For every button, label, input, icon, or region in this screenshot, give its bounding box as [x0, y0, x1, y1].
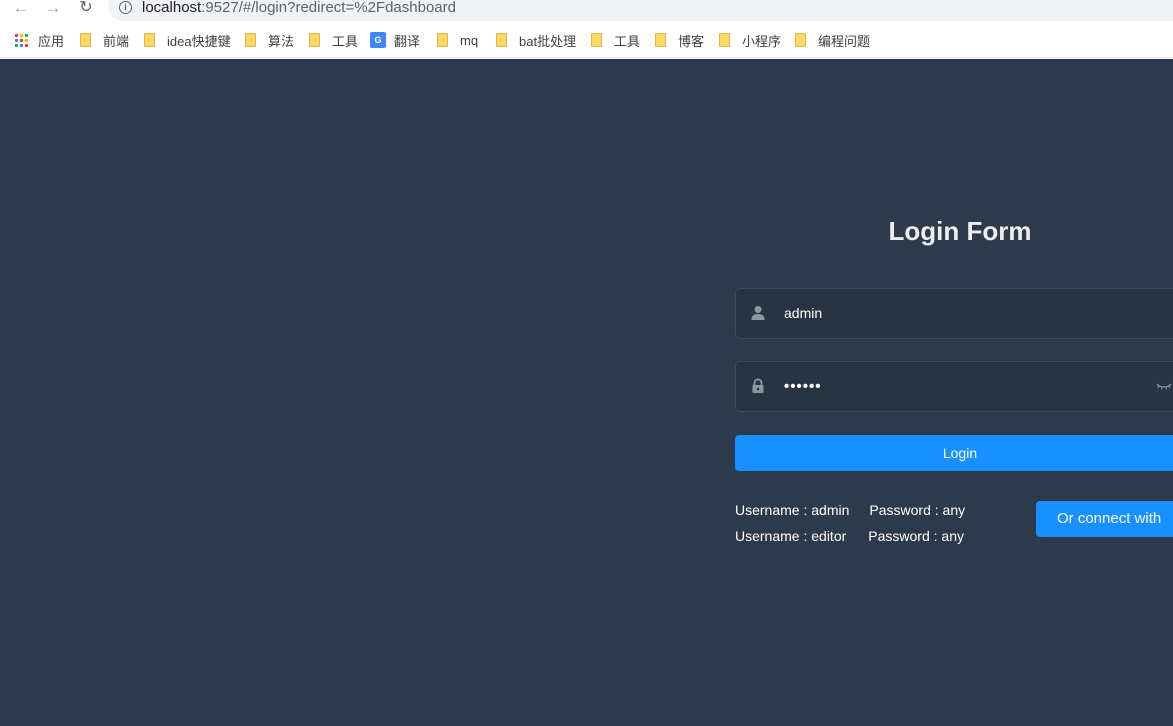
bookmark-item[interactable]: idea快捷键	[144, 32, 231, 49]
bookmark-item[interactable]: bat批处理	[496, 32, 577, 49]
bookmark-label: 编程问题	[818, 33, 871, 49]
bookmark-label: 博客	[678, 33, 705, 49]
bookmark-item[interactable]: G 翻译	[370, 32, 421, 49]
bookmark-label: mq	[460, 32, 479, 48]
bookmark-item[interactable]: 小程序	[719, 32, 782, 49]
bookmark-item[interactable]: 工具	[309, 32, 359, 49]
bookmark-label: 前端	[103, 33, 130, 49]
bookmark-label: 工具	[332, 33, 359, 49]
password-input[interactable]: ••••••	[784, 362, 1134, 411]
password-field[interactable]: ••••••	[735, 361, 1173, 412]
bookmark-item[interactable]: mq	[437, 32, 478, 48]
credentials-tip: Username : editor Password : any	[735, 528, 964, 544]
bookmark-label: 翻译	[394, 33, 421, 49]
bookmark-item[interactable]: 编程问题	[795, 32, 871, 49]
folder-icon	[245, 33, 256, 47]
folder-icon	[144, 33, 155, 47]
bookmark-item[interactable]: 工具	[591, 32, 641, 49]
username-input[interactable]	[784, 289, 1134, 338]
username-field[interactable]	[735, 288, 1173, 339]
bookmark-apps[interactable]: 应用	[15, 32, 65, 49]
url-text[interactable]: localhost:9527/#/login?redirect=%2Fdashb…	[142, 0, 456, 16]
login-page: Login Form •••••• Login Username : admin…	[0, 59, 1173, 726]
credentials-tip: Username : admin Password : any	[735, 502, 965, 518]
lock-icon	[752, 378, 764, 393]
folder-icon	[496, 33, 507, 47]
folder-icon	[655, 33, 666, 47]
site-info-icon[interactable]: i	[119, 1, 132, 14]
bookmarks-bar: 应用 前端 idea快捷键 算法 工具 G 翻译 mq bat批处理 工具 博客 …	[0, 22, 1173, 58]
bookmark-label: 工具	[614, 33, 641, 49]
bookmark-item[interactable]: 博客	[655, 32, 705, 49]
tip-password: Password : any	[868, 528, 964, 544]
apps-grid-icon	[15, 33, 28, 47]
bookmark-label: idea快捷键	[167, 33, 231, 49]
bookmark-item[interactable]: 前端	[80, 32, 130, 49]
user-icon	[751, 306, 765, 320]
connect-with-button[interactable]: Or connect with	[1036, 501, 1173, 537]
login-title: Login Form	[888, 216, 1032, 246]
folder-icon	[591, 33, 602, 47]
eye-closed-icon[interactable]	[1156, 378, 1172, 394]
reload-icon[interactable]: ↻	[75, 0, 97, 18]
back-arrow-icon[interactable]: ←	[10, 0, 32, 18]
login-button[interactable]: Login	[735, 435, 1173, 471]
folder-icon	[309, 33, 320, 47]
bookmark-label: bat批处理	[519, 33, 577, 49]
tip-username: Username : admin	[735, 502, 850, 518]
folder-icon	[437, 33, 448, 47]
bookmark-item[interactable]: 算法	[245, 32, 295, 49]
browser-address-bar: ← → ↻ i localhost:9527/#/login?redirect=…	[0, 0, 1173, 22]
url-path: :9527/#/login?redirect=%2Fdashboard	[201, 0, 456, 16]
bookmark-label: 小程序	[742, 33, 782, 49]
folder-icon	[80, 33, 91, 47]
folder-icon	[795, 33, 806, 47]
google-translate-icon: G	[370, 32, 386, 48]
bookmark-label: 算法	[268, 33, 295, 49]
url-host: localhost	[142, 0, 202, 16]
bookmark-label: 应用	[38, 33, 65, 49]
folder-icon	[719, 33, 730, 47]
tip-password: Password : any	[869, 502, 966, 518]
tip-username: Username : editor	[735, 528, 847, 544]
forward-arrow-icon[interactable]: →	[42, 0, 64, 18]
